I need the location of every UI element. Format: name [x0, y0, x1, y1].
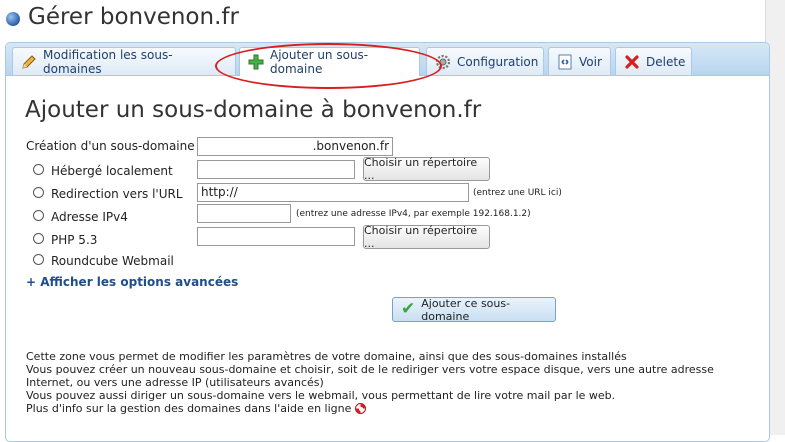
- tab-label: Delete: [646, 54, 686, 69]
- ipv4-field[interactable]: [197, 204, 291, 223]
- option-label: Redirection vers l'URL: [51, 187, 183, 201]
- add-subdomain-button[interactable]: ✔ Ajouter ce sous-domaine: [392, 296, 556, 323]
- local-directory-field[interactable]: [197, 160, 355, 179]
- option-label: PHP 5.3: [51, 233, 98, 247]
- advanced-options-link[interactable]: + Afficher les options avancées: [26, 275, 238, 289]
- url-hint: (entrez une URL ici): [473, 188, 562, 198]
- domain-suffix: .bonvenon.fr: [312, 139, 389, 153]
- tab-delete[interactable]: Delete: [615, 47, 692, 75]
- tab-voir[interactable]: Voir: [548, 47, 611, 75]
- help-link[interactable]: Plus d'info sur la gestion des domaines …: [26, 402, 351, 415]
- choose-directory-button[interactable]: Choisir un répertoire ...: [363, 224, 490, 250]
- view-icon: [557, 54, 573, 70]
- radio-php-53[interactable]: [33, 233, 44, 244]
- page-title: Gérer bonvenon.fr: [28, 4, 239, 30]
- option-label: Roundcube Webmail: [51, 254, 174, 268]
- radio-redirection-url[interactable]: [33, 187, 44, 198]
- option-label: Hébergé localement: [51, 164, 173, 178]
- help-line: Plus d'info sur la gestion des domaines …: [26, 402, 761, 415]
- globe-icon: [6, 12, 20, 26]
- check-icon: ✔: [401, 299, 416, 319]
- php-directory-field[interactable]: [197, 227, 355, 246]
- plus-icon: [248, 54, 264, 70]
- info-line: Vous pouvez créer un nouveau sous-domain…: [26, 363, 714, 389]
- url-field[interactable]: http://: [197, 183, 469, 202]
- tab-modification-sous-domaines[interactable]: Modification les sous-domaines: [12, 47, 236, 76]
- info-line: Vous pouvez aussi diriger un sous-domain…: [26, 389, 616, 402]
- choose-directory-button[interactable]: Choisir un répertoire ...: [363, 156, 490, 182]
- radio-roundcube-webmail[interactable]: [33, 254, 44, 265]
- tab-bar: Modification les sous-domaines Ajouter u…: [6, 43, 769, 76]
- subdomain-label: Création d'un sous-domaine :: [26, 139, 203, 153]
- tab-label: Voir: [579, 54, 602, 69]
- radio-adresse-ipv4[interactable]: [33, 210, 44, 221]
- tab-label: Modification les sous-domaines: [43, 47, 173, 76]
- form-heading: Ajouter un sous-domaine à bonvenon.fr: [25, 97, 482, 123]
- gear-icon: [435, 54, 451, 70]
- delete-icon: [624, 54, 640, 70]
- option-label: Adresse IPv4: [51, 210, 128, 224]
- tab-label: Ajouter un sous-domaine: [270, 48, 369, 76]
- page-header: Gérer bonvenon.fr: [6, 2, 239, 32]
- pencil-icon: [21, 54, 37, 70]
- lifebuoy-icon[interactable]: [355, 403, 367, 414]
- tab-label: Configuration: [457, 54, 539, 69]
- radio-heberge-localement[interactable]: [33, 164, 44, 175]
- tab-configuration[interactable]: Configuration: [426, 47, 544, 75]
- info-line: Cette zone vous permet de modifier les p…: [26, 350, 627, 363]
- info-text: Cette zone vous permet de modifier les p…: [26, 350, 761, 415]
- subdomain-field[interactable]: .bonvenon.fr: [197, 137, 393, 156]
- tab-ajouter-sous-domaine[interactable]: Ajouter un sous-domaine: [239, 47, 420, 76]
- submit-label: Ajouter ce sous-domaine: [421, 296, 511, 323]
- ipv4-hint: (entrez une adresse IPv4, par exemple 19…: [296, 209, 531, 219]
